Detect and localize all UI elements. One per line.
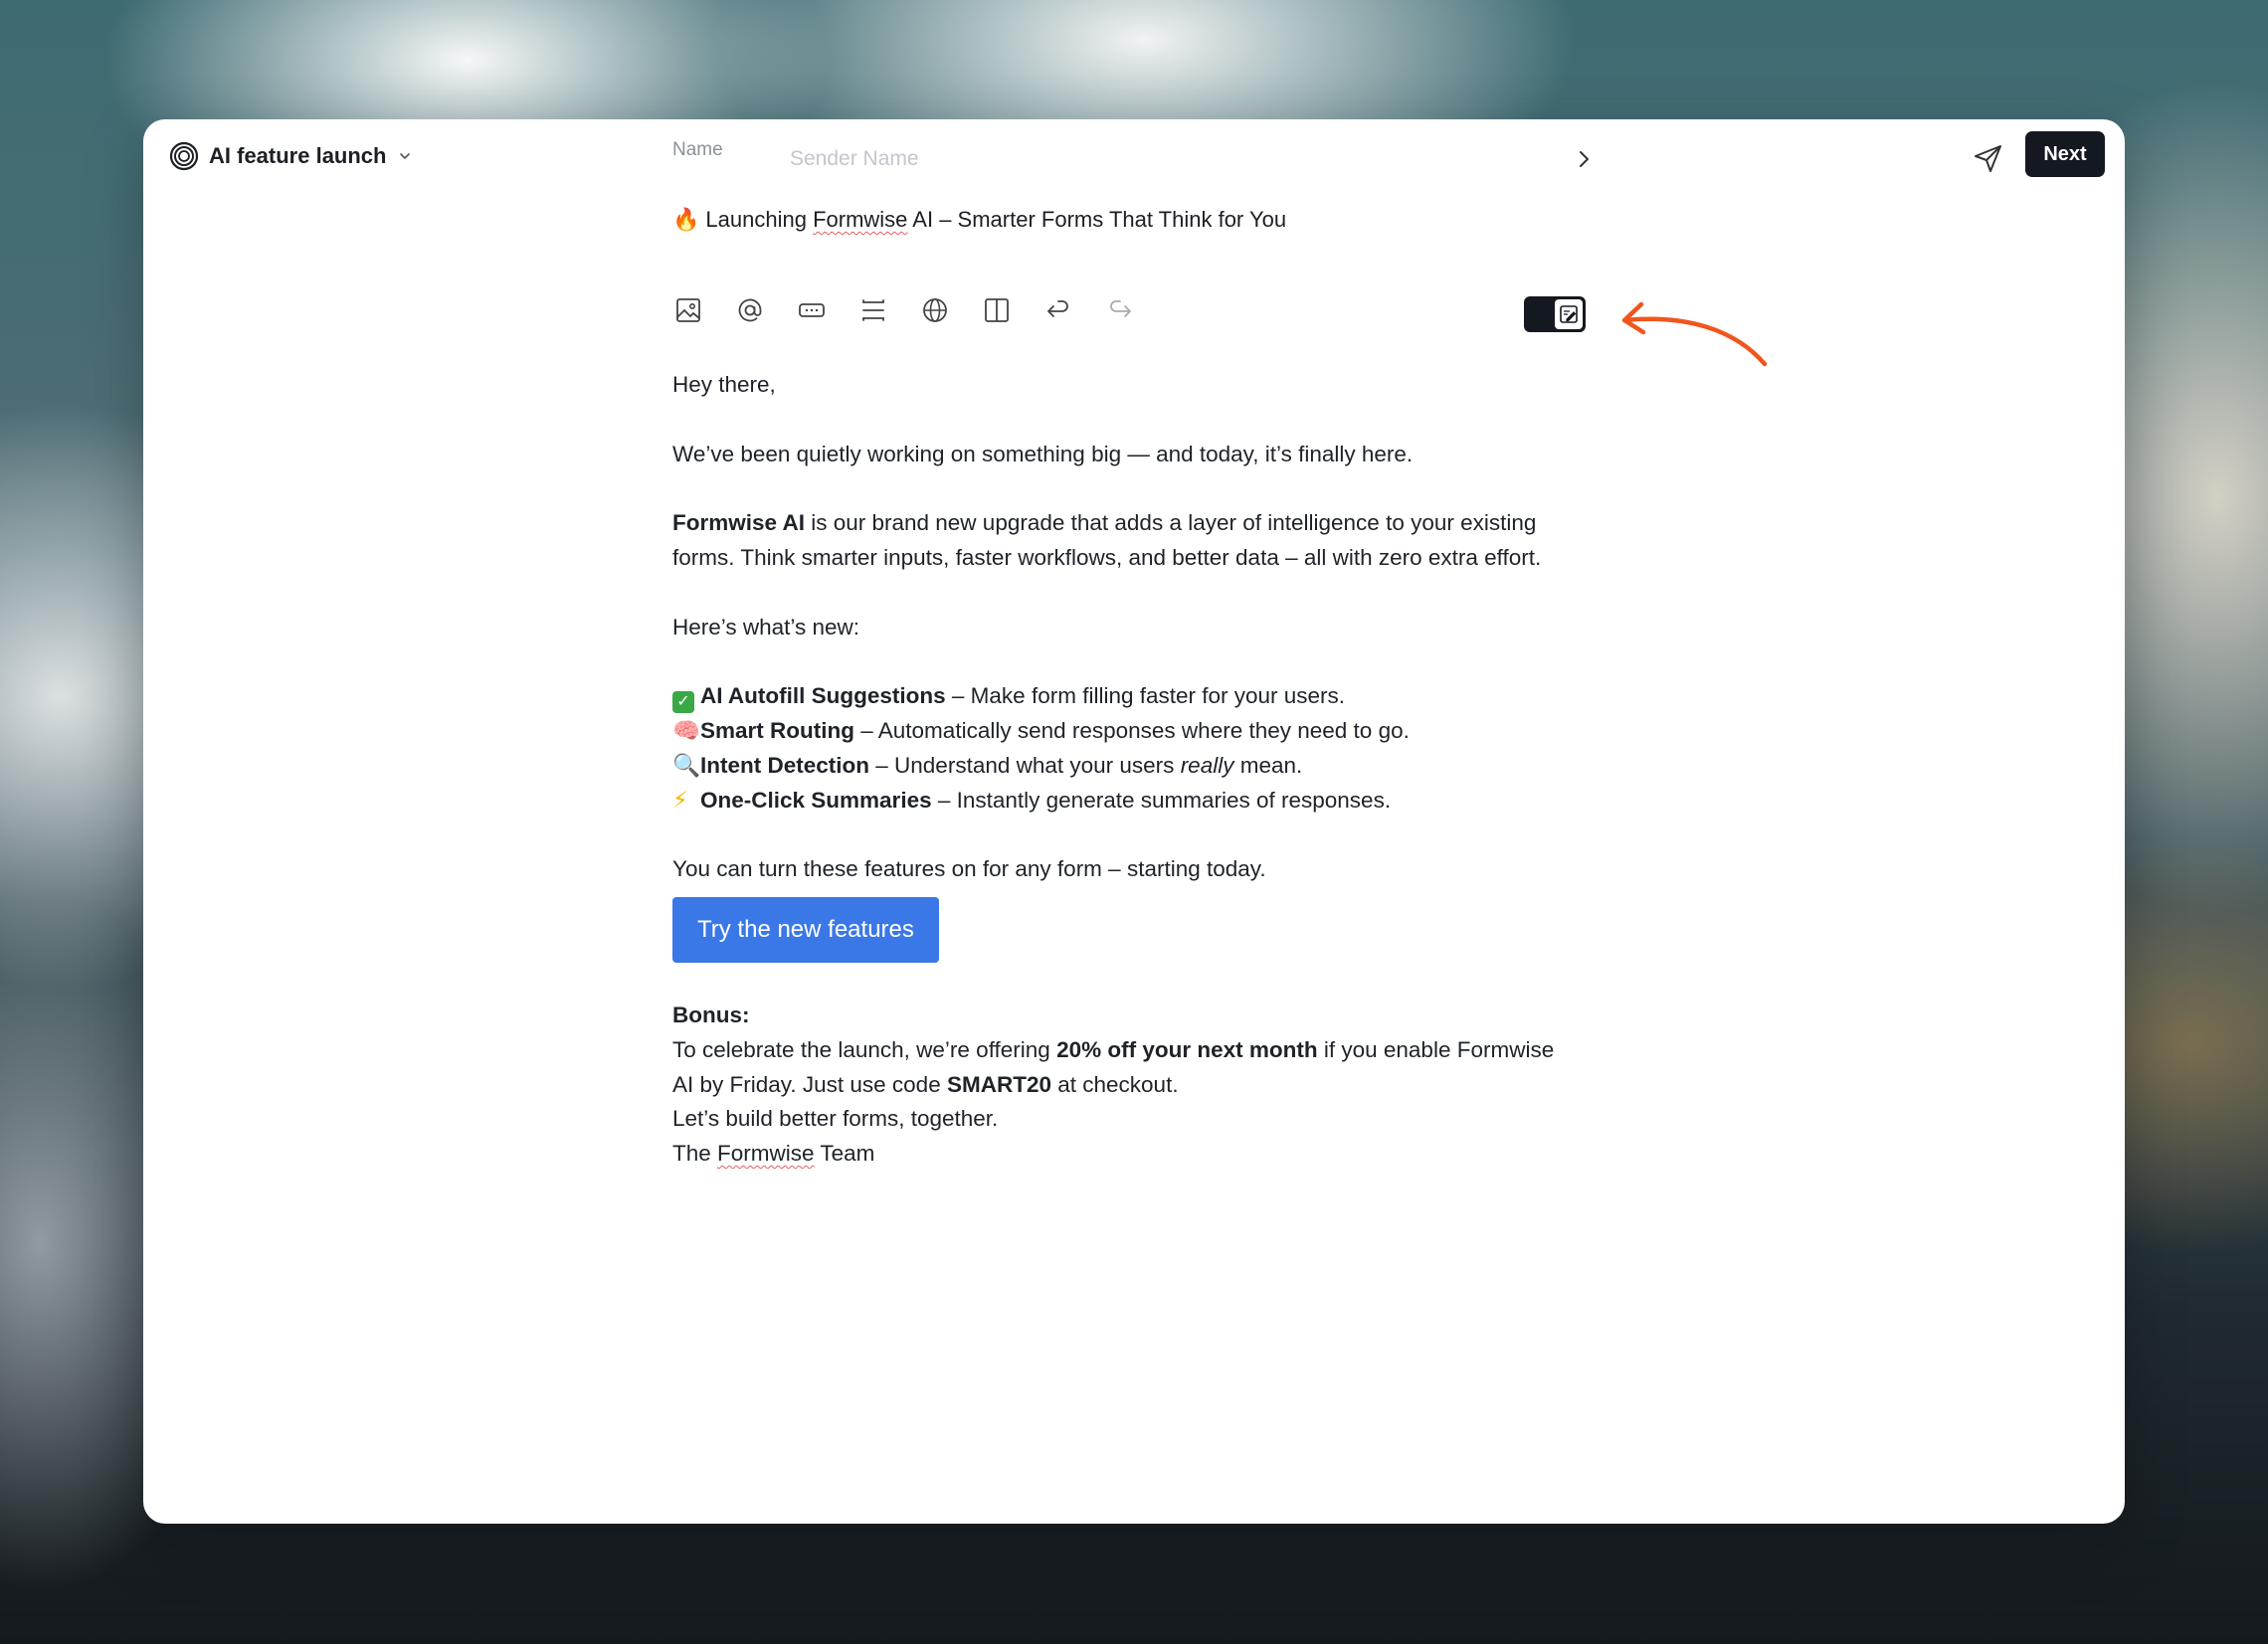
bonus-label: Bonus: [672, 1002, 750, 1027]
campaign-selector[interactable]: AI feature launch [169, 141, 412, 171]
ai-edit-icon [1555, 299, 1583, 329]
name-label: Name [672, 139, 723, 160]
editor-toolbar [672, 294, 1136, 326]
divider-icon[interactable] [857, 294, 889, 326]
email-body[interactable]: Hey there, We’ve been quietly working on… [672, 368, 1568, 1206]
chevron-right-icon[interactable] [1570, 145, 1598, 173]
button-block-icon[interactable] [796, 294, 828, 326]
feature-item: ⚡ One-Click Summaries – Instantly genera… [672, 784, 1568, 819]
chevron-down-icon [400, 153, 411, 160]
feature-item: 🔍 Intent Detection – Understand what you… [672, 749, 1568, 784]
description-paragraph: Formwise AI is our brand new upgrade tha… [672, 510, 1542, 570]
intro-paragraph: We’ve been quietly working on something … [672, 441, 1414, 466]
magnifier-emoji-icon: 🔍 [672, 752, 701, 778]
editor-window: AI feature launch Name Next 🔥 Launching … [143, 119, 2125, 1524]
turn-on-paragraph: You can turn these features on for any f… [672, 856, 1266, 882]
check-emoji-icon: ✓ [672, 691, 694, 714]
greeting: Hey there, [672, 372, 776, 397]
globe-icon[interactable] [919, 294, 951, 326]
sender-name-input[interactable] [790, 139, 1685, 179]
lightning-emoji-icon: ⚡ [672, 787, 688, 813]
undo-icon[interactable] [1042, 294, 1074, 326]
campaign-title: AI feature launch [209, 143, 387, 168]
whats-new-heading: Here’s what’s new: [672, 614, 860, 639]
bonus-text: To celebrate the launch, we’re offering … [672, 1036, 1555, 1097]
logo-icon [169, 141, 199, 171]
fire-emoji: 🔥 [672, 207, 700, 232]
send-icon[interactable] [1972, 141, 2005, 175]
ai-mode-toggle[interactable] [1524, 296, 1586, 332]
redo-icon[interactable] [1104, 294, 1136, 326]
columns-icon[interactable] [981, 294, 1013, 326]
annotation-arrow [1621, 301, 1768, 367]
brain-emoji-icon: 🧠 [672, 717, 701, 743]
feature-item: 🧠 Smart Routing – Automatically send res… [672, 714, 1568, 749]
email-subject[interactable]: 🔥 Launching Formwise AI – Smarter Forms … [672, 207, 1286, 233]
next-button[interactable]: Next [2025, 131, 2105, 177]
try-features-button[interactable]: Try the new features [672, 896, 939, 963]
subject-brand: Formwise [813, 207, 908, 232]
subject-post: AI – Smarter Forms That Think for You [907, 207, 1287, 232]
closing-line: Let’s build better forms, together. [672, 1106, 999, 1132]
subject-pre: Launching [705, 207, 814, 232]
feature-list: ✓ AI Autofill Suggestions – Make form fi… [672, 679, 1568, 818]
image-icon[interactable] [672, 294, 704, 326]
bonus-section: Bonus: To celebrate the launch, we’re of… [672, 999, 1568, 1137]
mention-icon[interactable] [734, 294, 766, 326]
feature-item: ✓ AI Autofill Suggestions – Make form fi… [672, 679, 1568, 714]
signoff: The Formwise Team [672, 1141, 875, 1167]
